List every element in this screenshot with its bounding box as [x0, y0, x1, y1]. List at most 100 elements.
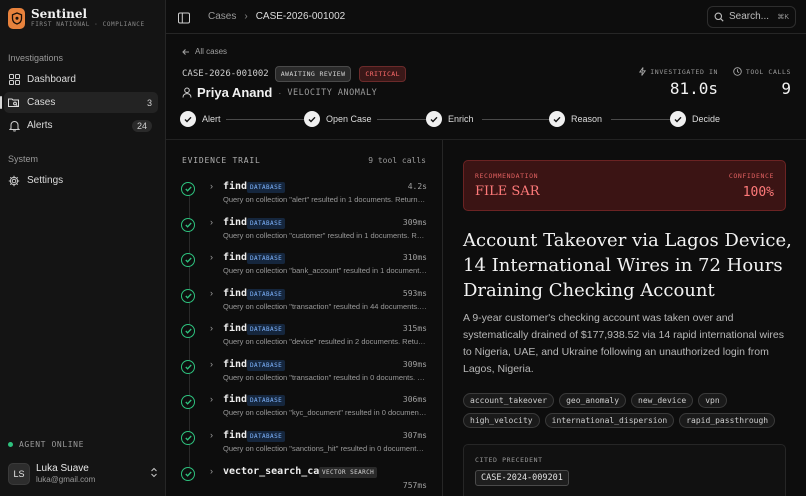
tool-type-badge: DATABASE — [247, 324, 286, 335]
evidence-item[interactable]: › find DATABASE 4.2s Query on collection "al… — [181, 180, 427, 214]
tool-duration: 309ms — [402, 218, 427, 227]
subject-row: Priya Anand · VELOCITY ANOMALY — [182, 85, 377, 100]
sidebar-item-dashboard[interactable]: Dashboard — [4, 69, 158, 90]
tool-name: find — [223, 359, 248, 370]
tool-calls-label-row: TOOL CALLS — [726, 67, 791, 76]
evidence-item[interactable]: › find DATABASE 306ms Query on collection "k… — [181, 393, 427, 427]
chevron-right-icon[interactable]: › — [210, 359, 213, 369]
brand[interactable]: Sentinel FIRST NATIONAL · COMPLIANCE — [0, 0, 165, 36]
tool-result-summary: Query on collection "sanctions_hit" resu… — [223, 444, 427, 453]
case-id: CASE-2026-001002 — [182, 69, 269, 79]
back-label: All cases — [195, 47, 228, 56]
check-circle-icon — [181, 395, 195, 409]
alerts-count-badge: 24 — [131, 119, 152, 132]
tool-name: find — [223, 252, 248, 263]
tool-result-summary: Query on collection "device" resulted in… — [223, 337, 427, 346]
cited-case-link[interactable]: CASE-2024-009201 — [475, 470, 569, 486]
check-icon — [549, 111, 565, 127]
breadcrumb-cases[interactable]: Cases — [208, 11, 236, 22]
check-circle-icon — [181, 467, 195, 481]
avatar: LS — [8, 463, 30, 485]
back-link[interactable]: All cases — [182, 47, 227, 56]
check-circle-icon — [181, 360, 195, 374]
case-header: CASE-2026-001002 AWAITING REVIEW CRITICA… — [182, 66, 414, 82]
brand-subtitle: FIRST NATIONAL · COMPLIANCE — [31, 21, 145, 28]
chevron-right-icon[interactable]: › — [210, 217, 213, 227]
divider — [166, 139, 806, 140]
step-reason: Reason — [549, 111, 602, 127]
tool-duration: 306ms — [402, 395, 427, 404]
tool-name: find — [223, 217, 248, 228]
tag-chip[interactable]: geo_anomaly — [559, 393, 627, 408]
tool-result-summary: Query on collection "bank_account" resul… — [223, 266, 427, 275]
step-alert: Alert — [180, 111, 221, 127]
evidence-item[interactable]: › find DATABASE 307ms Query on collection "s… — [181, 429, 427, 463]
investigated-label: INVESTIGATED IN — [650, 67, 718, 76]
evidence-item[interactable]: › find DATABASE 315ms Query on collection "d… — [181, 322, 427, 356]
chevron-right-icon[interactable]: › — [210, 252, 213, 262]
tool-type-badge: DATABASE — [247, 431, 286, 442]
section-title-investigations: Investigations — [8, 53, 64, 63]
evidence-item[interactable]: › find DATABASE 309ms Query on collection "t… — [181, 358, 427, 392]
tool-duration: 315ms — [402, 324, 427, 333]
step-label: Alert — [202, 114, 221, 124]
chevron-right-icon[interactable]: › — [210, 288, 213, 298]
investigated-value: 81.0s — [669, 79, 718, 98]
tag-chip[interactable]: international_dispersion — [544, 413, 675, 428]
tag-chip[interactable]: vpn — [698, 393, 727, 408]
grid-icon — [8, 74, 20, 86]
lightning-icon — [639, 67, 647, 76]
user-name: Luka Suave — [36, 463, 89, 474]
chevron-right-icon[interactable]: › — [210, 181, 213, 191]
tool-name: find — [223, 430, 248, 441]
evidence-item[interactable]: › find DATABASE 593ms Query on collection "t… — [181, 287, 427, 321]
tool-duration: 307ms — [402, 431, 427, 440]
status-badge: AWAITING REVIEW — [274, 66, 352, 82]
arrow-left-icon — [182, 48, 190, 56]
tool-calls-value: 9 — [781, 79, 791, 98]
evidence-item[interactable]: › find DATABASE 310ms Query on collection "b… — [181, 251, 427, 285]
tag-list: account_takeover geo_anomaly new_device … — [463, 393, 793, 428]
sidebar-item-alerts[interactable]: Alerts 24 — [4, 115, 158, 136]
user-icon — [182, 87, 192, 98]
search-button[interactable]: Search... ⌘K — [707, 5, 796, 28]
tool-result-summary: Query on collection "kyc_document" resul… — [223, 408, 427, 417]
recommendation-label: RECOMMENDATION — [475, 172, 539, 180]
step-decide: Decide — [670, 111, 720, 127]
tag-chip[interactable]: rapid_passthrough — [679, 413, 776, 428]
main-panel: Cases › CASE-2026-001002 Search... ⌘K Al… — [166, 0, 806, 496]
evidence-item[interactable]: › find DATABASE 309ms Query on collection "c… — [181, 216, 427, 250]
tag-chip[interactable]: account_takeover — [463, 393, 555, 408]
chevron-right-icon[interactable]: › — [210, 323, 213, 333]
status-dot-icon — [8, 442, 13, 447]
check-circle-icon — [181, 253, 195, 267]
check-circle-icon — [181, 431, 195, 445]
progress-steps: Alert Open Case Enrich Reason Decide — [180, 111, 720, 129]
sidebar-item-cases[interactable]: Cases 3 — [0, 92, 158, 113]
evidence-item[interactable]: › vector_search_cases VECTOR SEARCH 757ms — [181, 465, 427, 496]
bell-icon — [8, 120, 20, 132]
chevron-right-icon[interactable]: › — [210, 466, 213, 476]
sidebar-item-label: Cases — [27, 97, 56, 108]
chevron-right-icon[interactable]: › — [210, 430, 213, 440]
chevron-right-icon[interactable]: › — [210, 394, 213, 404]
tool-duration: 593ms — [402, 289, 427, 298]
check-circle-icon — [181, 182, 195, 196]
shield-logo-icon — [8, 7, 25, 29]
topbar: Cases › CASE-2026-001002 Search... ⌘K — [166, 0, 806, 34]
tag-chip[interactable]: high_velocity — [463, 413, 540, 428]
tool-name: find — [223, 288, 248, 299]
search-shortcut: ⌘K — [777, 13, 789, 21]
gear-icon — [8, 175, 20, 187]
tag-chip[interactable]: new_device — [631, 393, 694, 408]
sidebar-item-settings[interactable]: Settings — [4, 170, 158, 191]
recommendation-value: FILE SAR — [475, 184, 540, 199]
breadcrumb-current: CASE-2026-001002 — [255, 11, 346, 22]
divider — [442, 140, 443, 496]
tool-name: find — [223, 181, 248, 192]
sidebar-item-label: Settings — [27, 175, 64, 186]
user-menu[interactable]: LS Luka Suave luka@gmail.com — [8, 463, 158, 485]
sidebar-toggle-icon[interactable] — [178, 11, 190, 23]
agent-status-label: AGENT ONLINE — [19, 440, 84, 449]
tool-result-summary: Query on collection "transaction" result… — [223, 373, 427, 382]
